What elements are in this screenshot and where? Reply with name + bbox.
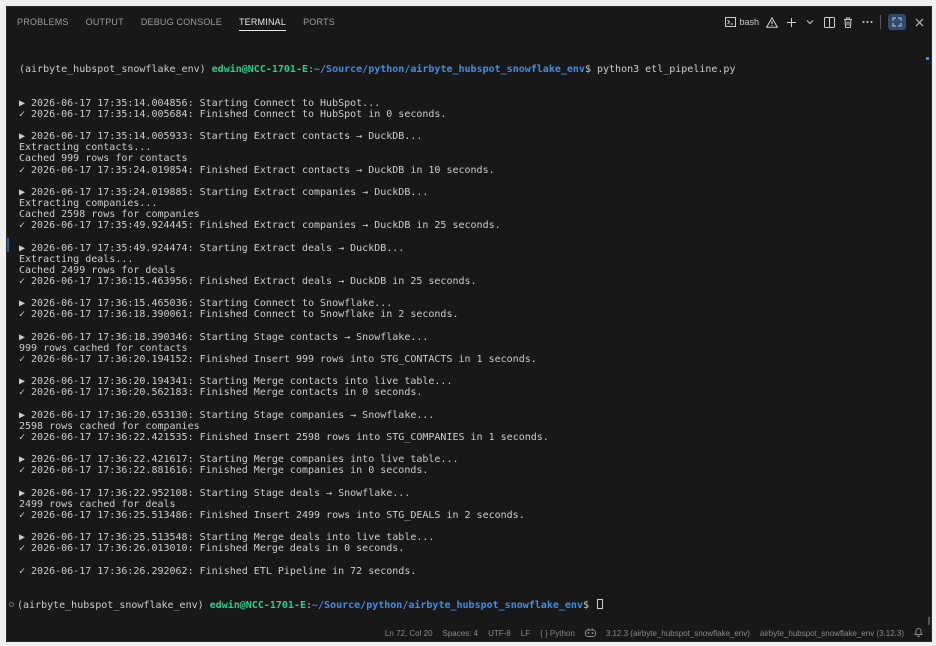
output-line: ▶ 2026-06-17 17:35:49.924474: Starting E… bbox=[19, 242, 405, 254]
warning-icon[interactable] bbox=[766, 14, 778, 30]
gutter-marker bbox=[7, 238, 9, 252]
bell-icon[interactable] bbox=[914, 627, 923, 639]
output-line: ▶ 2026-06-17 17:36:22.952108: Starting S… bbox=[19, 487, 411, 499]
shell-selector[interactable]: bash bbox=[724, 14, 759, 30]
output-line: ▶ 2026-06-17 17:35:14.005933: Starting E… bbox=[19, 131, 423, 143]
python-environment[interactable]: airbyte_hubspot_snowflake_env (3.12.3) bbox=[760, 629, 904, 638]
toolbar-divider bbox=[880, 15, 881, 29]
trash-icon[interactable] bbox=[842, 14, 854, 30]
output-line: ▶ 2026-06-17 17:36:18.390346: Starting S… bbox=[19, 331, 429, 343]
more-icon[interactable] bbox=[861, 14, 873, 30]
output-line: ▶ 2026-06-17 17:36:22.421617: Starting M… bbox=[19, 454, 459, 466]
indentation[interactable]: Spaces: 4 bbox=[443, 629, 479, 638]
maximize-panel-icon[interactable] bbox=[888, 14, 906, 30]
output-line: ✓ 2026-06-17 17:36:22.881616: Finished M… bbox=[19, 465, 429, 477]
output-line: Cached 2499 rows for deals bbox=[19, 264, 176, 276]
end-of-line[interactable]: LF bbox=[521, 629, 530, 638]
output-line: ✓ 2026-06-17 17:36:20.194152: Finished I… bbox=[19, 354, 537, 365]
output-line: ▶ 2026-06-17 17:35:24.019885: Starting E… bbox=[19, 186, 429, 198]
encoding[interactable]: UTF-8 bbox=[488, 629, 511, 638]
prompt-path: ~/Source/python/airbyte_hubspot_snowflak… bbox=[314, 64, 585, 76]
tab-terminal[interactable]: TERMINAL bbox=[238, 7, 287, 37]
terminal-output[interactable]: (airbyte_hubspot_snowflake_env) edwin@NC… bbox=[9, 42, 921, 633]
output-line: Extracting contacts... bbox=[19, 142, 152, 154]
scrollbar-thumb[interactable] bbox=[928, 617, 930, 625]
prompt-path: ~/Source/python/airbyte_hubspot_snowflak… bbox=[312, 600, 583, 612]
split-terminal-icon[interactable] bbox=[823, 14, 835, 30]
output-line: ▶ 2026-06-17 17:36:20.194341: Starting M… bbox=[19, 376, 453, 388]
output-line: ▶ 2026-06-17 17:36:15.465036: Starting C… bbox=[19, 298, 393, 310]
close-icon[interactable] bbox=[913, 14, 925, 30]
scrollbar-marker bbox=[926, 57, 929, 60]
plus-icon[interactable] bbox=[785, 14, 797, 30]
command-decoration-icon[interactable] bbox=[9, 602, 14, 608]
tab-output[interactable]: OUTPUT bbox=[86, 7, 124, 37]
output-line: Cached 2598 rows for companies bbox=[19, 209, 200, 221]
output-line: ✓ 2026-06-17 17:35:14.005684: Finished C… bbox=[19, 108, 447, 120]
copilot-icon[interactable] bbox=[584, 627, 596, 639]
tab-ports[interactable]: PORTS bbox=[303, 7, 335, 37]
terminal-toolbar: bash bbox=[724, 7, 925, 37]
cursor-position[interactable]: Ln 72, Col 20 bbox=[385, 629, 433, 638]
output-line: ✓ 2026-06-17 17:35:24.019854: Finished E… bbox=[19, 164, 495, 176]
output-line: ✓ 2026-06-17 17:36:20.562183: Finished M… bbox=[19, 387, 423, 399]
output-line: 2499 rows cached for deals bbox=[19, 498, 176, 510]
output-line: ✓ 2026-06-17 17:36:26.292062: Finished E… bbox=[19, 565, 417, 577]
terminal-cursor bbox=[597, 599, 603, 610]
terminal-icon bbox=[724, 14, 736, 30]
output-line: ✓ 2026-06-17 17:36:18.390061: Finished C… bbox=[19, 309, 459, 321]
prompt-user: edwin@NCC-1701-E bbox=[209, 600, 306, 612]
output-line: Extracting companies... bbox=[19, 198, 158, 210]
command-text: python3 etl_pipeline.py bbox=[597, 64, 736, 76]
prompt-env: (airbyte_hubspot_snowflake_env) bbox=[17, 600, 210, 612]
output-line: ✓ 2026-06-17 17:36:22.421535: Finished I… bbox=[19, 431, 549, 443]
command-line: (airbyte_hubspot_snowflake_env) edwin@NC… bbox=[19, 64, 921, 75]
output-line: 999 rows cached for contacts bbox=[19, 342, 188, 354]
output-line: ✓ 2026-06-17 17:36:25.513486: Finished I… bbox=[19, 509, 525, 521]
output-line: Cached 999 rows for contacts bbox=[19, 153, 188, 165]
prompt-suffix: $ bbox=[582, 600, 595, 612]
output-line: ▶ 2026-06-17 17:36:20.653130: Starting S… bbox=[19, 409, 435, 421]
chevron-down-icon[interactable] bbox=[804, 14, 816, 30]
status-bar: Ln 72, Col 20 Spaces: 4 UTF-8 LF { } Pyt… bbox=[7, 625, 931, 641]
tab-problems[interactable]: PROBLEMS bbox=[17, 7, 69, 37]
terminal-panel: PROBLEMS OUTPUT DEBUG CONSOLE TERMINAL P… bbox=[6, 6, 932, 642]
prompt-user: edwin@NCC-1701-E bbox=[211, 64, 308, 76]
output-line: ✓ 2026-06-17 17:35:49.924445: Finished E… bbox=[19, 220, 501, 232]
prompt-env: (airbyte_hubspot_snowflake_env) bbox=[19, 64, 212, 76]
python-interpreter[interactable]: 3.12.3 (airbyte_hubspot_snowflake_env) bbox=[606, 629, 750, 638]
output-line: ▶ 2026-06-17 17:35:14.004856: Starting C… bbox=[19, 97, 381, 109]
output-line: ✓ 2026-06-17 17:36:26.013010: Finished M… bbox=[19, 543, 405, 555]
active-prompt-line[interactable]: (airbyte_hubspot_snowflake_env) edwin@NC… bbox=[9, 599, 921, 612]
prompt-suffix: $ bbox=[584, 64, 597, 76]
output-line: ✓ 2026-06-17 17:36:15.463956: Finished E… bbox=[19, 276, 477, 288]
output-line: 2598 rows cached for companies bbox=[19, 420, 200, 432]
output-line: Extracting deals... bbox=[19, 253, 134, 265]
shell-label: bash bbox=[739, 17, 759, 27]
output-line: ▶ 2026-06-17 17:36:25.513548: Starting M… bbox=[19, 532, 435, 544]
output-lines: ▶ 2026-06-17 17:35:14.004856: Starting C… bbox=[19, 98, 921, 577]
language-mode[interactable]: { } Python bbox=[540, 629, 575, 638]
tab-debug-console[interactable]: DEBUG CONSOLE bbox=[141, 7, 222, 37]
